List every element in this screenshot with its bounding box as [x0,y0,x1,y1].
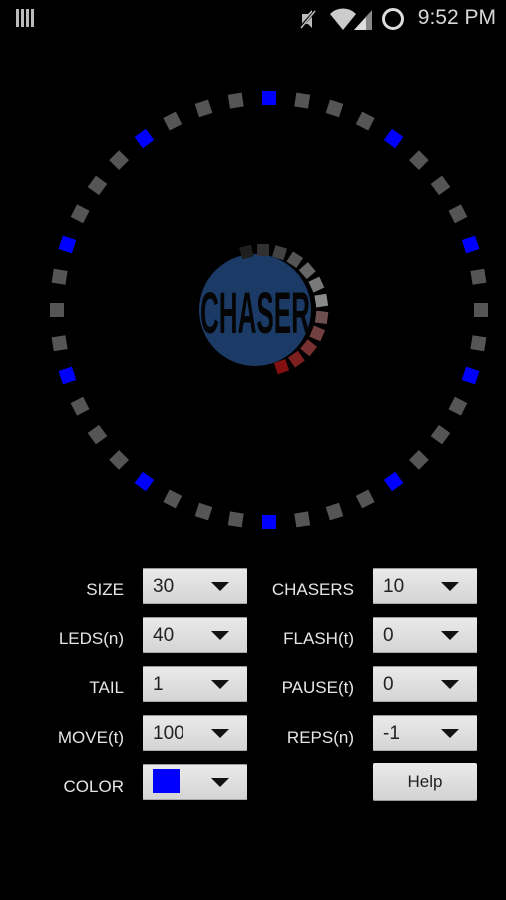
led-inactive [325,502,344,521]
led-inactive [70,396,90,416]
led-active [461,235,480,254]
led-inactive [448,396,468,416]
led-inactive [325,99,344,118]
leds-label: LEDS(n) [58,629,124,648]
pause-label: PAUSE(t) [281,678,354,697]
reps-value: -1 [383,723,400,744]
wifi-icon [330,8,356,30]
dropdown-arrow-icon [211,729,229,738]
led-inactive [355,489,375,509]
led-active [262,515,276,529]
led-inactive [87,424,108,445]
tail-label: TAIL [89,678,124,697]
chasers-spinner[interactable]: 10 [373,568,477,604]
led-inactive [51,335,68,352]
logo-ring-segment [309,325,326,342]
status-bar: 9:52 PM [0,0,506,38]
led-inactive [409,450,429,470]
logo-ring-segment [308,276,325,293]
pause-value: 0 [383,674,394,695]
dropdown-arrow-icon [211,680,229,689]
led-active [58,235,77,254]
dropdown-arrow-icon [441,729,459,738]
led-ring: CHASER [50,91,488,529]
flash-value: 0 [383,625,394,646]
led-inactive [430,175,451,196]
led-inactive [50,303,64,317]
led-inactive [474,303,488,317]
dropdown-arrow-icon [441,680,459,689]
help-button[interactable]: Help [373,763,477,801]
logo-ring-segment [314,293,329,308]
dropdown-arrow-icon [211,778,229,787]
led-inactive [163,111,183,131]
mute-icon [298,9,318,29]
reps-spinner[interactable]: -1 [373,715,477,751]
dropdown-arrow-icon [211,631,229,640]
flash-label: FLASH(t) [283,629,354,648]
led-inactive [70,204,90,224]
led-inactive [163,489,183,509]
led-inactive [109,450,129,470]
color-label: COLOR [63,777,124,796]
reps-label: REPS(n) [286,728,354,747]
size-value: 30 [153,576,175,597]
leds-value: 40 [153,625,175,646]
chaser-logo: CHASER [199,243,329,375]
move-label: MOVE(t) [57,728,124,747]
chasers-value: 10 [383,576,405,597]
pause-spinner[interactable]: 0 [373,666,477,702]
led-active [461,366,480,385]
tail-spinner[interactable]: 1 [143,666,247,702]
led-active [58,366,77,385]
chasers-label: CHASERS [271,580,354,599]
led-active [134,128,155,149]
led-active [134,471,155,492]
led-inactive [51,268,68,285]
leds-spinner[interactable]: 40 [143,617,247,653]
led-inactive [430,424,451,445]
logo-text: CHASER [200,281,310,346]
dropdown-arrow-icon [211,582,229,591]
color-swatch [153,769,180,793]
led-inactive [294,92,311,109]
clock: 9:52 PM [417,6,496,29]
dropdown-arrow-icon [441,582,459,591]
circle-icon [382,8,404,30]
logo-ring-segment [256,243,270,257]
status-icons [298,8,404,30]
led-active [262,91,276,105]
led-inactive [409,150,429,170]
led-active [383,471,404,492]
led-active [383,128,404,149]
dropdown-arrow-icon [441,631,459,640]
led-inactive [194,99,213,118]
notification-bars-icon [16,9,34,27]
led-inactive [355,111,375,131]
led-inactive [109,150,129,170]
led-inactive [448,204,468,224]
size-label: SIZE [86,580,124,599]
led-inactive [294,511,311,528]
logo-ring-segment [314,310,329,324]
led-inactive [227,511,244,528]
color-spinner[interactable] [143,764,247,800]
move-spinner[interactable]: 100 [143,715,247,751]
tail-value: 1 [153,674,164,695]
led-inactive [87,175,108,196]
flash-spinner[interactable]: 0 [373,617,477,653]
led-inactive [470,335,487,352]
led-inactive [194,502,213,521]
led-inactive [470,268,487,285]
logo-ring-segment [298,262,316,280]
led-inactive [227,92,244,109]
move-value: 100 [153,723,183,744]
size-spinner[interactable]: 30 [143,568,247,604]
cell-signal-icon [354,10,372,30]
